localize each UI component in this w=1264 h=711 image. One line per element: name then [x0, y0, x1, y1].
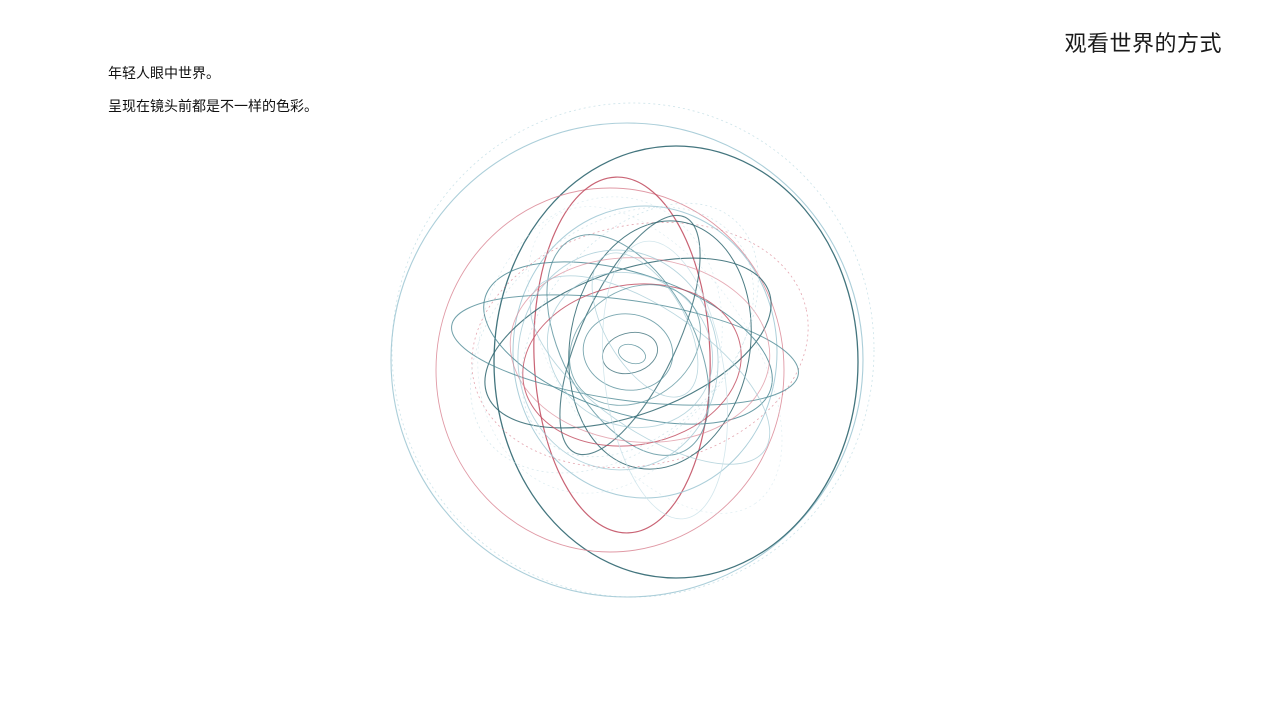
orbit-ellipse-18: [529, 275, 771, 465]
orbit-ellipse-23: [521, 202, 759, 458]
orbit-ellipse-6: [512, 205, 778, 499]
orbital-ellipses-artwork: [390, 102, 875, 598]
orbit-ellipse-22: [618, 343, 646, 365]
orbit-ellipse-14: [522, 283, 742, 447]
orbit-ellipse-25: [602, 240, 728, 520]
orbit-ellipse-15: [509, 257, 771, 443]
orbit-ellipse-20: [582, 313, 674, 391]
orbit-ellipse-27: [527, 206, 783, 514]
orbit-ellipse-1: [391, 102, 875, 598]
orbit-ellipse-3: [493, 145, 859, 579]
orbit-ellipse-5: [533, 176, 711, 534]
orbit-ellipse-2: [390, 122, 864, 598]
